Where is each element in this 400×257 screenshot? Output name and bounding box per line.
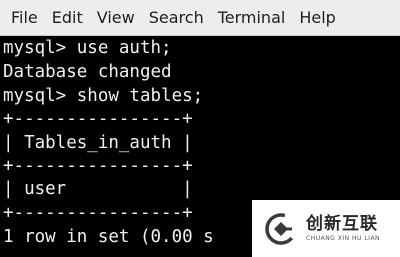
watermark-text: 创新互联 CHUANG XIN HU LIAN — [306, 214, 380, 243]
menu-view[interactable]: View — [90, 4, 142, 31]
menu-terminal[interactable]: Terminal — [211, 4, 293, 31]
menu-file[interactable]: File — [4, 4, 45, 31]
terminal-line: | Tables_in_auth | — [3, 133, 193, 153]
cdcxhl-logo-icon — [265, 212, 297, 245]
menu-bar: File Edit View Search Terminal Help — [0, 0, 400, 36]
terminal-line: | user | — [3, 179, 193, 199]
menu-search[interactable]: Search — [142, 4, 211, 31]
watermark-en-text: CHUANG XIN HU LIAN — [306, 235, 381, 242]
terminal-line: +----------------+ — [3, 109, 193, 129]
menu-help[interactable]: Help — [292, 4, 342, 31]
watermark: 创新互联 CHUANG XIN HU LIAN — [252, 200, 400, 257]
terminal-line: mysql> use auth; — [3, 38, 172, 58]
watermark-cn-text: 创新互联 — [306, 214, 378, 234]
terminal-line: Database changed — [3, 62, 172, 82]
terminal-line: +----------------+ — [3, 156, 193, 176]
menu-edit[interactable]: Edit — [45, 4, 90, 31]
terminal-window: File Edit View Search Terminal Help mysq… — [0, 0, 400, 257]
terminal-line: 1 row in set (0.00 s — [3, 227, 214, 247]
terminal-line: +----------------+ — [3, 203, 193, 223]
terminal-line: mysql> show tables; — [3, 86, 204, 106]
